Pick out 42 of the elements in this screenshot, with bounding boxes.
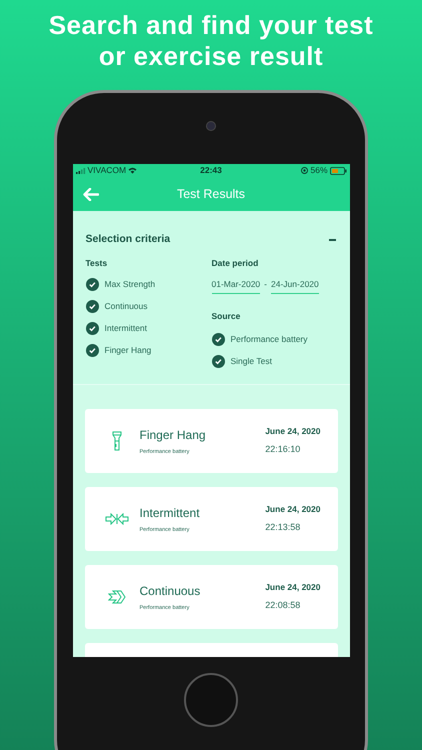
result-date: June 24, 2020 <box>265 425 320 438</box>
column-label: Date period <box>212 256 260 270</box>
chevron-arrows-icon <box>108 590 126 604</box>
result-date: June 24, 2020 <box>265 503 320 516</box>
test-name: Finger Hang <box>140 426 207 444</box>
checkbox-label: Intermittent <box>104 322 148 335</box>
checkbox[interactable] <box>212 354 224 368</box>
status-time: 22:43 <box>199 164 223 177</box>
checkbox[interactable] <box>86 300 98 313</box>
checkbox-label: Single Test <box>230 354 272 368</box>
carrier-name: VIVACOM <box>88 164 126 177</box>
headline: Search and find your test or exercise result <box>48 10 374 72</box>
result-time: 22:16:10 <box>265 443 302 456</box>
result-date: June 24, 2020 <box>265 581 320 594</box>
checkbox[interactable] <box>86 278 98 291</box>
test-name: Intermittent <box>140 504 201 522</box>
checkbox[interactable] <box>86 322 98 335</box>
signal-icon <box>76 168 86 174</box>
flashlight-icon <box>112 431 122 451</box>
checkbox[interactable] <box>212 332 224 346</box>
checkbox-label: Max Strength <box>104 278 156 291</box>
battery-percent: 56% <box>310 164 328 177</box>
camera-icon <box>206 121 216 131</box>
column-label: Tests <box>86 256 108 270</box>
section-title: Selection criteria <box>86 232 170 247</box>
date-field[interactable]: 01-Mar-2020 <box>212 278 260 294</box>
rotation-lock-icon <box>301 167 308 174</box>
date-separator: - <box>264 278 268 291</box>
result-time: 22:13:58 <box>265 521 302 534</box>
test-name: Continuous <box>140 582 202 600</box>
battery-icon <box>330 166 346 174</box>
checkbox-label: Finger Hang <box>104 344 152 357</box>
screen-title: Test Results <box>176 186 246 203</box>
date-field[interactable]: 24-Jun-2020 <box>271 278 319 294</box>
home-button[interactable] <box>184 673 238 727</box>
wifi-icon <box>128 167 138 174</box>
column-label: Source <box>212 310 242 323</box>
checkbox-label: Performance battery <box>230 332 308 346</box>
inward-arrows-icon <box>104 513 128 525</box>
checkbox-label: Continuous <box>104 300 148 313</box>
result-time: 22:08:58 <box>265 599 302 612</box>
checkbox[interactable] <box>86 344 98 357</box>
